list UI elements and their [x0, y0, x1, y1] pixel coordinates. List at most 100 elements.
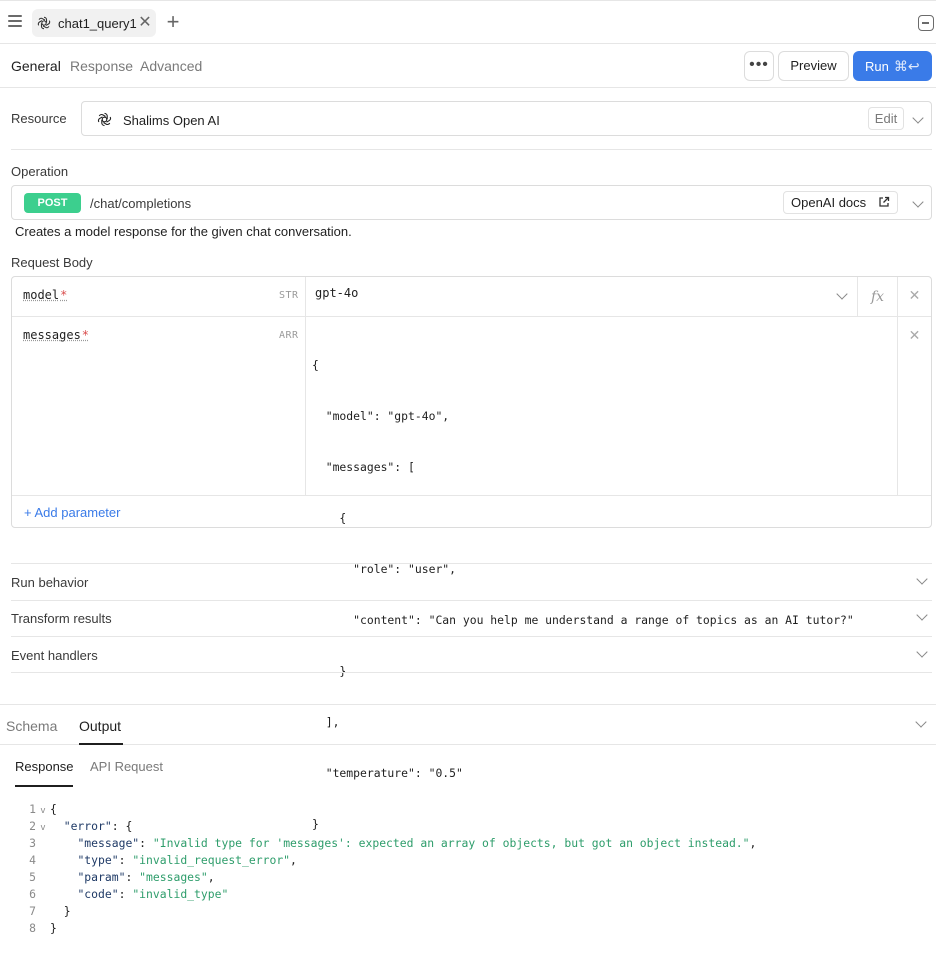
tab-api-request[interactable]: API Request	[90, 759, 163, 774]
json-str: "invalid_request_error"	[132, 853, 291, 867]
request-body-table: model* STR gpt-4o fx ✕ messages* ARR { "…	[11, 276, 932, 831]
json-punc: ,	[749, 836, 757, 850]
divider	[11, 672, 932, 673]
run-shortcut: ⌘↩	[893, 58, 920, 74]
tab-advanced[interactable]: Advanced	[140, 58, 202, 74]
line-number: 2	[29, 819, 36, 833]
tab-bar: chat1_query1 ✕ +	[0, 0, 936, 44]
required-mark: *	[81, 328, 90, 342]
json-line: 1 v{	[20, 801, 756, 818]
chevron-down-icon[interactable]	[836, 288, 848, 300]
json-punc: }	[63, 904, 71, 918]
docs-label: OpenAI docs	[791, 195, 867, 210]
openai-docs-button[interactable]: OpenAI docs	[783, 191, 898, 214]
tab-general[interactable]: General	[11, 58, 61, 74]
run-button[interactable]: Run ⌘↩	[853, 51, 932, 81]
remove-param-icon[interactable]: ✕	[897, 277, 931, 317]
value-column-divider	[305, 277, 306, 316]
section-title: Transform results	[11, 611, 112, 626]
line-number: 4	[29, 853, 36, 867]
param-name: model*	[23, 288, 68, 302]
value-column-divider	[305, 317, 306, 495]
json-punc: ,	[290, 853, 297, 867]
json-line: 5 "param": "messages",	[20, 869, 756, 886]
preview-button[interactable]: Preview	[778, 51, 849, 81]
query-subnav: General Response Advanced ••• Preview Ru…	[0, 44, 936, 88]
param-type: STR	[279, 290, 299, 301]
menu-icon[interactable]	[8, 15, 22, 27]
resource-label: Resource	[11, 111, 67, 126]
json-line: 2v "error": {	[20, 818, 756, 835]
edit-resource-button[interactable]: Edit	[868, 107, 904, 130]
json-str: "Invalid type for 'messages': expected a…	[152, 836, 750, 850]
json-str: "invalid_type"	[132, 887, 229, 901]
model-value-select[interactable]: gpt-4o	[315, 286, 358, 300]
more-options-button[interactable]: •••	[744, 51, 774, 81]
line-number: 8	[29, 921, 36, 935]
json-punc: :	[139, 836, 153, 850]
line-number: 3	[29, 836, 36, 850]
json-punc: :	[125, 870, 140, 884]
method-badge: POST	[24, 193, 81, 213]
json-line: 6 "code": "invalid_type"	[20, 886, 756, 903]
function-icon[interactable]: fx	[857, 277, 897, 317]
run-label: Run	[865, 59, 889, 74]
query-tab[interactable]: chat1_query1 ✕	[32, 9, 156, 37]
tab-label: chat1_query1	[58, 15, 137, 31]
json-key: "error"	[63, 819, 112, 833]
resource-select[interactable]: Shalims Open AI Edit	[81, 101, 932, 136]
param-row-messages: messages* ARR { "model": "gpt-4o", "mess…	[12, 317, 931, 831]
json-punc: :	[118, 887, 133, 901]
section-title: Event handlers	[11, 648, 98, 663]
section-event-handlers[interactable]: Event handlers	[11, 637, 932, 673]
collapse-panel-icon[interactable]	[918, 15, 934, 31]
resource-name: Shalims Open AI	[123, 113, 220, 128]
operation-path: /chat/completions	[90, 196, 192, 211]
chevron-down-icon[interactable]	[912, 196, 924, 208]
code-line: "model": "gpt-4o",	[312, 409, 450, 423]
json-punc: : {	[111, 819, 133, 833]
json-punc: ,	[207, 870, 215, 884]
param-name: messages*	[23, 328, 90, 342]
operation-select[interactable]: POST /chat/completions OpenAI docs	[11, 185, 932, 220]
json-key: "param"	[77, 870, 126, 884]
chevron-down-icon[interactable]	[912, 112, 924, 124]
line-number: 6	[29, 887, 36, 901]
section-run-behavior[interactable]: Run behavior	[11, 564, 932, 600]
line-number: 5	[29, 870, 36, 884]
divider	[11, 149, 932, 150]
json-punc: {	[50, 802, 57, 816]
json-line: 4 "type": "invalid_request_error",	[20, 852, 756, 869]
external-link-icon	[879, 196, 890, 207]
json-punc: }	[50, 921, 57, 935]
remove-param-icon[interactable]: ✕	[897, 317, 931, 495]
operation-label: Operation	[11, 164, 69, 179]
output-subtabs: Response API Request	[0, 745, 936, 789]
tab-output[interactable]: Output	[79, 718, 121, 734]
json-line: 8}	[20, 920, 756, 937]
tab-response[interactable]: Response	[70, 58, 133, 74]
json-key: "type"	[77, 853, 119, 867]
tab-response-output[interactable]: Response	[15, 759, 74, 774]
line-number: 1	[29, 802, 36, 816]
section-transform-results[interactable]: Transform results	[11, 600, 932, 636]
openai-logo-icon	[97, 112, 112, 127]
operation-description: Creates a model response for the given c…	[15, 224, 352, 239]
request-body-label: Request Body	[11, 255, 93, 270]
line-number: 7	[29, 904, 36, 918]
chevron-down-icon	[916, 573, 928, 585]
tab-schema[interactable]: Schema	[6, 718, 57, 734]
required-mark: *	[60, 288, 68, 302]
chevron-down-icon[interactable]	[915, 716, 927, 728]
add-parameter-link[interactable]: + Add parameter	[24, 505, 120, 520]
json-punc: :	[118, 853, 133, 867]
code-line: {	[312, 358, 319, 372]
json-line: 7 }	[20, 903, 756, 920]
close-tab-icon[interactable]: ✕	[138, 14, 152, 32]
plus-icon[interactable]: +	[164, 11, 182, 33]
chevron-down-icon	[916, 609, 928, 621]
openai-logo-icon	[37, 16, 51, 30]
